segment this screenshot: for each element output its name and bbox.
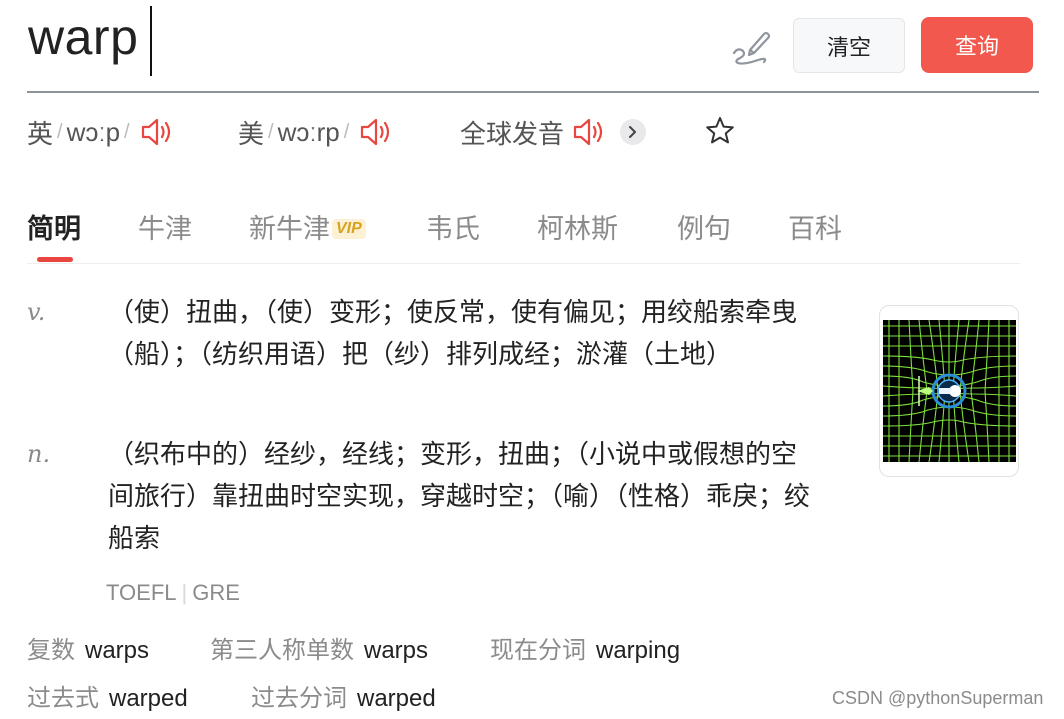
pron-global[interactable]: 全球发音 — [460, 112, 647, 152]
word-form-present-participle: 现在分词 warping — [490, 630, 680, 665]
word-form-third-person: 第三人称单数 warps — [210, 630, 428, 665]
pron-us: 美 / wɔːrp / — [238, 112, 395, 152]
tab-examples[interactable]: 例句 — [677, 207, 731, 246]
definition-pos: n. — [27, 440, 51, 468]
clear-button[interactable]: 清空 — [793, 18, 905, 73]
pron-us-label: 美 — [238, 118, 265, 149]
tabs-divider — [27, 263, 1020, 264]
tab-new-oxford-label: 新牛津 — [249, 214, 330, 244]
exam-tag: TOEFL — [106, 580, 177, 605]
word-form-value[interactable]: warps — [85, 637, 149, 664]
slash: / — [124, 120, 130, 143]
word-form-label: 第三人称单数 — [210, 637, 354, 664]
vip-badge: VIP — [332, 218, 366, 239]
word-form-value[interactable]: warped — [357, 685, 436, 712]
handwriting-icon[interactable] — [728, 26, 772, 66]
star-icon[interactable] — [704, 115, 736, 147]
slash: / — [268, 120, 274, 143]
speaker-icon[interactable] — [359, 116, 395, 148]
word-form-past-participle: 过去分词 warped — [251, 678, 436, 713]
tab-webster[interactable]: 韦氏 — [426, 207, 480, 246]
slash: / — [343, 120, 350, 143]
pron-uk: 英 / wɔːp / — [27, 112, 176, 152]
speaker-icon[interactable] — [572, 116, 608, 148]
slash: / — [57, 120, 63, 143]
word-form-value[interactable]: warped — [109, 685, 188, 712]
warp-grid-image — [883, 320, 1016, 462]
definition-text: （使）扭曲，（使）变形；使反常，使有偏见；用绞船索牵曳（船）；（纺织用语）把（纱… — [108, 297, 798, 369]
word-form-label: 过去分词 — [251, 685, 347, 712]
tab-indicator — [37, 257, 73, 262]
pron-us-phonetic: wɔːrp — [277, 116, 340, 147]
exam-tags: TOEFL | GRE — [106, 580, 240, 606]
tab-concise[interactable]: 简明 — [27, 207, 81, 246]
definition-pos: v. — [27, 298, 46, 326]
more-pron-button[interactable] — [620, 119, 647, 145]
word-form-label: 现在分词 — [490, 637, 586, 664]
pron-uk-label: 英 — [27, 118, 54, 149]
speaker-icon[interactable] — [140, 116, 176, 148]
tab-oxford[interactable]: 牛津 — [138, 207, 192, 246]
search-underline — [27, 91, 1039, 93]
word-form-value[interactable]: warping — [596, 637, 680, 664]
tab-encyclopedia[interactable]: 百科 — [788, 207, 842, 246]
word-form-plural: 复数 warps — [27, 630, 149, 665]
search-input[interactable]: warp — [28, 4, 138, 70]
word-image-card[interactable] — [879, 305, 1019, 477]
definition-text: （织布中的）经纱，经线；变形，扭曲；（小说中或假想的空间旅行）靠扭曲时空实现，穿… — [108, 439, 811, 553]
exam-tag: GRE — [192, 580, 240, 605]
pron-uk-phonetic: wɔːp — [66, 116, 121, 147]
chevron-right-icon — [629, 126, 637, 138]
warp-grid-graphic — [883, 320, 1016, 462]
word-form-label: 过去式 — [27, 685, 99, 712]
pron-global-label: 全球发音 — [460, 118, 565, 149]
watermark: CSDN @pythonSuperman — [832, 688, 1044, 708]
tab-collins[interactable]: 柯林斯 — [537, 207, 618, 246]
search-button[interactable]: 查询 — [921, 17, 1033, 73]
tab-new-oxford[interactable]: 新牛津 VIP — [249, 207, 366, 246]
word-form-value[interactable]: warps — [364, 637, 428, 664]
text-caret — [150, 6, 152, 76]
word-form-label: 复数 — [27, 637, 75, 664]
word-form-past-tense: 过去式 warped — [27, 678, 188, 713]
exam-separator: | — [181, 580, 188, 605]
